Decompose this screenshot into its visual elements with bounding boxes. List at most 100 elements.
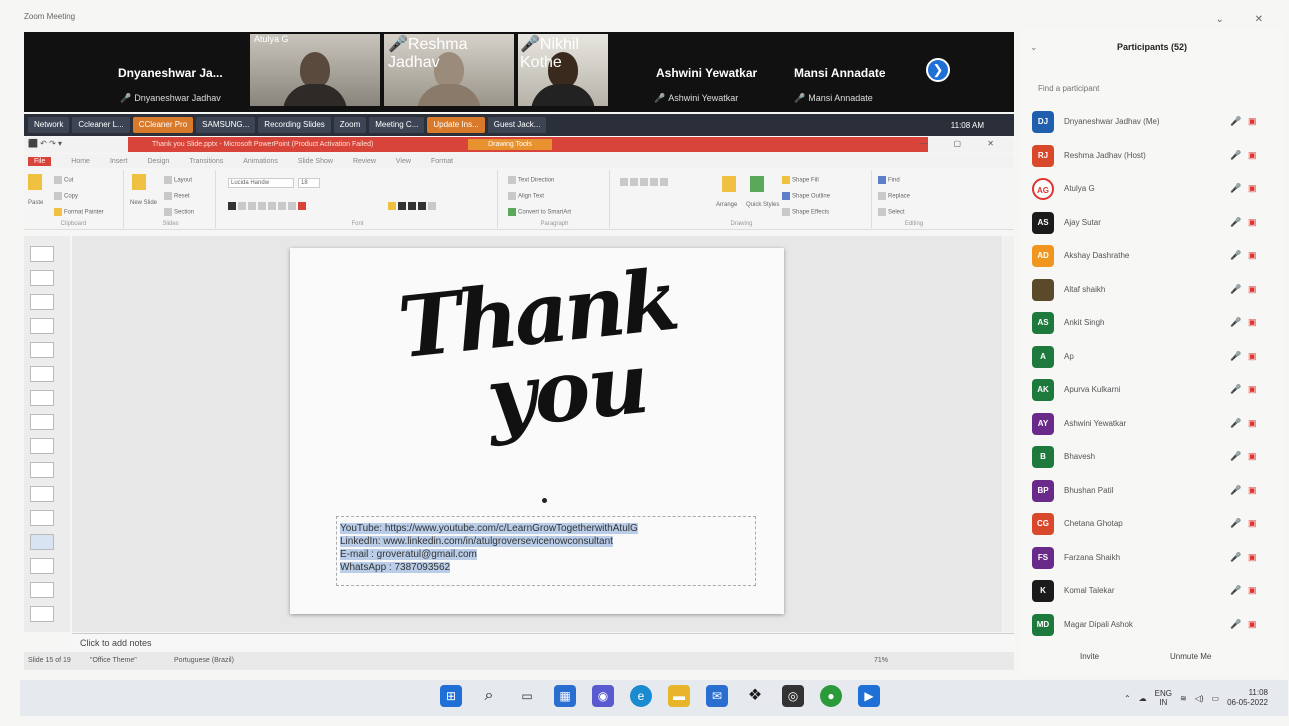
language-status[interactable]: Portuguese (Brazil) <box>174 657 234 664</box>
chrome-icon[interactable]: ● <box>820 685 842 707</box>
paste-button[interactable] <box>28 174 44 190</box>
app-tab[interactable]: Guest Jack... <box>487 117 547 133</box>
section-button[interactable]: Section <box>164 208 194 216</box>
participant-row[interactable]: K Komal Talekar 🎤 ▣ <box>1032 577 1276 611</box>
mail-icon[interactable]: ✉ <box>706 685 728 707</box>
slide-thumbnail[interactable] <box>30 294 54 310</box>
chat-icon[interactable]: ◉ <box>592 685 614 707</box>
ppt-window-controls[interactable]: — ▢ ✕ <box>919 139 1006 148</box>
slide-thumbnail[interactable] <box>30 438 54 454</box>
slide-thumbnail[interactable] <box>30 534 54 550</box>
wifi-icon[interactable]: ≋ <box>1180 694 1187 703</box>
windows-start-icon[interactable]: ⊞ <box>440 685 462 707</box>
participant-row[interactable]: B Bhavesh 🎤 ▣ <box>1032 443 1276 477</box>
video-tile-nikhil[interactable]: 🎤Nikhil Kothe <box>518 34 608 106</box>
select-button[interactable]: Select <box>878 208 905 216</box>
notes-pane[interactable]: Click to add notes <box>72 633 1014 651</box>
video-tile-dnyaneshwar[interactable]: Dnyaneshwar Ja... 🎤 Dnyaneshwar Jadhav <box>24 32 248 106</box>
participant-row[interactable]: FS Farzana Shaikh 🎤 ▣ <box>1032 544 1276 578</box>
new-slide-button[interactable] <box>132 174 148 190</box>
slide-thumbnail[interactable] <box>30 462 54 478</box>
tab-animations[interactable]: Animations <box>243 158 278 165</box>
video-tile-mansi[interactable]: Mansi Annadate 🎤 Mansi Annadate <box>784 32 914 106</box>
shape-outline-button[interactable]: Shape Outline <box>782 192 830 200</box>
app-tab[interactable]: CCleaner Pro <box>132 117 194 133</box>
participant-row[interactable]: AK Apurva Kulkarni 🎤 ▣ <box>1032 376 1276 410</box>
quick-access-toolbar[interactable]: ⬛ ↶ ↷ ▾ <box>28 139 62 148</box>
shape-fill-button[interactable]: Shape Fill <box>782 176 819 184</box>
text-direction-button[interactable]: Text Direction <box>508 176 554 184</box>
slide-thumbnail[interactable] <box>30 318 54 334</box>
participant-row[interactable]: Altaf shaikh 🎤 ▣ <box>1032 276 1276 310</box>
app-tab[interactable]: Update Ins... <box>427 117 485 133</box>
rotation-handle[interactable] <box>542 498 547 503</box>
editor-scrollbar[interactable] <box>1003 236 1014 632</box>
language-indicator[interactable]: ENG IN <box>1155 689 1172 707</box>
tab-slide-show[interactable]: Slide Show <box>298 158 333 165</box>
invite-button[interactable]: Invite <box>1080 652 1099 661</box>
slide-thumbnail[interactable] <box>30 414 54 430</box>
app-tab[interactable]: Ccleaner L... <box>72 117 130 133</box>
app-tab[interactable]: SAMSUNG... <box>196 117 256 133</box>
widgets-icon[interactable]: ▦ <box>554 685 576 707</box>
quick-styles-button[interactable] <box>750 176 766 192</box>
volume-icon[interactable]: ◁) <box>1195 694 1204 703</box>
tab-home[interactable]: Home <box>71 158 90 165</box>
tab-design[interactable]: Design <box>147 158 169 165</box>
arrange-button[interactable] <box>722 176 738 192</box>
slide-thumbnail[interactable] <box>30 582 54 598</box>
find-button[interactable]: Find <box>878 176 900 184</box>
align-text-button[interactable]: Align Text <box>508 192 544 200</box>
participant-row[interactable]: A Ap 🎤 ▣ <box>1032 343 1276 377</box>
shape-effects-button[interactable]: Shape Effects <box>782 208 829 216</box>
app-tab[interactable]: Zoom <box>333 117 367 133</box>
participant-row[interactable]: AG Atulya G 🎤 ▣ <box>1032 175 1276 209</box>
slide-thumbnail[interactable] <box>30 366 54 382</box>
participant-row[interactable]: RJ Reshma Jadhav (Host) 🎤 ▣ <box>1032 142 1276 176</box>
slide-thumbnail[interactable] <box>30 270 54 286</box>
participant-row[interactable]: AY Ashwini Yewatkar 🎤 ▣ <box>1032 410 1276 444</box>
file-explorer-icon[interactable]: ▬ <box>668 685 690 707</box>
participant-row[interactable]: AS Ankit Singh 🎤 ▣ <box>1032 309 1276 343</box>
participant-row[interactable]: AD Akshay Dashrathe 🎤 ▣ <box>1032 242 1276 276</box>
dropbox-icon[interactable]: ❖ <box>744 685 766 707</box>
copy-button[interactable]: Copy <box>54 192 78 200</box>
slide-thumbnail[interactable] <box>30 486 54 502</box>
slide-thumbnail[interactable] <box>30 510 54 526</box>
video-tile-ashwini[interactable]: Ashwini Yewatkar 🎤 Ashwini Yewatkar <box>644 32 784 106</box>
slide-thumbnail[interactable] <box>30 558 54 574</box>
font-size-select[interactable]: 18 <box>298 178 320 188</box>
current-slide[interactable]: Thank you YouTube: https://www.youtube.c… <box>290 248 784 614</box>
tab-file[interactable]: File <box>28 156 52 166</box>
onedrive-icon[interactable]: ☁ <box>1139 694 1147 703</box>
format-painter-button[interactable]: Format Painter <box>54 208 104 216</box>
font-name-select[interactable]: Lucida Handw <box>228 178 294 188</box>
slides-thumbnail-panel[interactable] <box>24 236 70 632</box>
tab-transitions[interactable]: Transitions <box>189 158 223 165</box>
tab-review[interactable]: Review <box>353 158 376 165</box>
task-view-icon[interactable]: ▭ <box>516 685 538 707</box>
participant-row[interactable]: BP Bhushan Patil 🎤 ▣ <box>1032 477 1276 511</box>
battery-icon[interactable]: ▭ <box>1212 694 1220 703</box>
reset-button[interactable]: Reset <box>164 192 190 200</box>
participant-row[interactable]: CG Chetana Ghotap 🎤 ▣ <box>1032 510 1276 544</box>
slide-thumbnail[interactable] <box>30 606 54 622</box>
cut-button[interactable]: Cut <box>54 176 73 184</box>
shapes-gallery[interactable] <box>620 178 670 186</box>
clock[interactable]: 11:08 06-05-2022 <box>1227 688 1268 708</box>
zoom-level[interactable]: 71% <box>874 657 888 664</box>
app-tab[interactable]: Recording Slides <box>258 117 331 133</box>
app-tab[interactable]: Meeting C... <box>369 117 425 133</box>
layout-button[interactable]: Layout <box>164 176 192 184</box>
slide-thumbnail[interactable] <box>30 246 54 262</box>
participant-row[interactable]: AS Ajay Sutar 🎤 ▣ <box>1032 209 1276 243</box>
window-controls[interactable]: ⌄ ✕ <box>1215 14 1277 25</box>
video-tile-atulya[interactable]: Atulya G <box>250 34 380 106</box>
participant-row[interactable]: DJ Dnyaneshwar Jadhav (Me) 🎤 ▣ <box>1032 108 1276 142</box>
slide-thumbnail[interactable] <box>30 390 54 406</box>
slide-thumbnail[interactable] <box>30 342 54 358</box>
edge-icon[interactable]: e <box>630 685 652 707</box>
camera-icon[interactable]: ◎ <box>782 685 804 707</box>
replace-button[interactable]: Replace <box>878 192 910 200</box>
smartart-button[interactable]: Convert to SmartArt <box>508 208 571 216</box>
